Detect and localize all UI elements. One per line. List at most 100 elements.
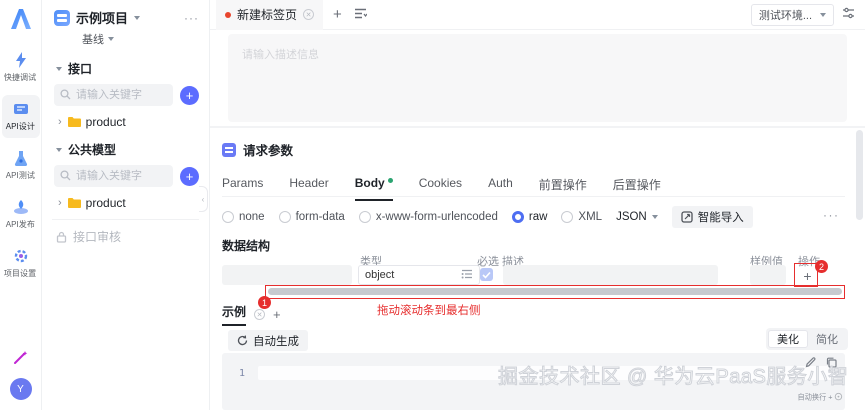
environment-label: 测试环境... — [758, 9, 812, 22]
api-design-icon — [13, 104, 28, 114]
rail-label: API发布 — [5, 219, 36, 229]
chevron-right-icon: › — [58, 197, 62, 209]
project-settings-icon — [14, 249, 27, 263]
sidebar-item-label: 接口审核 — [73, 230, 122, 244]
search-icon — [60, 170, 71, 181]
chevron-down-icon[interactable] — [134, 15, 141, 20]
annotation-box-step1 — [265, 285, 845, 299]
tree-item-product[interactable]: › product — [42, 110, 209, 134]
radio-icon — [358, 211, 371, 223]
project-header: 示例项目 ··· — [42, 0, 209, 29]
horizontal-scrollbar[interactable] — [268, 288, 842, 295]
tree-item-label: product — [85, 196, 126, 210]
radio-raw[interactable]: raw — [511, 211, 547, 223]
tab-params[interactable]: Params — [222, 176, 263, 201]
code-editor[interactable]: 1 — [222, 353, 845, 410]
project-name[interactable]: 示例项目 — [76, 8, 128, 27]
type-select[interactable]: object — [358, 265, 480, 285]
tab-cookies[interactable]: Cookies — [419, 176, 462, 201]
radio-icon — [561, 211, 574, 223]
edit-icon[interactable] — [805, 357, 816, 371]
radio-label: none — [239, 211, 265, 223]
copy-icon[interactable] — [826, 357, 837, 371]
magic-wand-icon[interactable] — [13, 349, 29, 368]
app-rail: 快捷调试 API设计 API测试 API发布 项目设置 Y — [0, 0, 42, 410]
description-textarea[interactable]: 请输入描述信息 — [228, 34, 847, 122]
radio-label: XML — [578, 211, 603, 223]
example-tab-row: 示例 ✕ + — [222, 303, 281, 326]
model-search-input[interactable] — [54, 165, 173, 187]
project-icon — [54, 9, 70, 26]
project-more-button[interactable]: ··· — [184, 11, 199, 25]
sidebar-collapse-handle[interactable]: ‹ — [199, 186, 208, 212]
rail-label: API测试 — [5, 170, 36, 180]
field-description-input[interactable] — [503, 265, 718, 285]
branch-label: 基线 — [82, 34, 104, 46]
field-name-input[interactable] — [222, 265, 352, 285]
required-checkbox[interactable] — [480, 268, 493, 281]
app-logo-icon[interactable] — [8, 6, 34, 32]
more-options-button[interactable]: ··· — [823, 208, 840, 222]
section-divider — [210, 126, 865, 128]
close-icon[interactable]: ✕ — [254, 309, 266, 320]
beautify-button[interactable]: 美化 — [768, 330, 808, 348]
tab-auth[interactable]: Auth — [488, 176, 513, 201]
section-models[interactable]: 公共模型 — [42, 134, 209, 163]
tab-list-icon[interactable] — [354, 8, 368, 22]
radio-form-data[interactable]: form-data — [278, 211, 345, 223]
add-example-button[interactable]: + — [273, 307, 281, 322]
radio-none[interactable]: none — [222, 211, 265, 223]
tab-example[interactable]: 示例 — [222, 303, 247, 326]
tab-pre-ops[interactable]: 前置操作 — [539, 176, 587, 201]
rail-label: 快捷调试 — [4, 72, 37, 82]
radio-icon — [222, 211, 234, 223]
rail-item-project-settings[interactable]: 项目设置 — [2, 242, 40, 285]
structure-icon[interactable] — [461, 269, 473, 282]
tree-item-product[interactable]: › product — [42, 191, 209, 215]
field-example-input[interactable] — [750, 265, 786, 285]
smart-import-button[interactable]: 智能导入 — [671, 206, 753, 228]
column-header-required: 必选 — [477, 256, 499, 268]
section-api[interactable]: 接口 — [42, 53, 209, 82]
rail-item-api-design[interactable]: API设计 — [1, 95, 40, 138]
vertical-scrollbar[interactable] — [856, 130, 863, 220]
user-avatar[interactable]: Y — [9, 378, 32, 400]
divider — [222, 196, 845, 197]
search-wrap — [54, 165, 173, 187]
rail-item-api-publish[interactable]: API发布 — [2, 193, 40, 236]
simplify-button[interactable]: 简化 — [808, 330, 846, 348]
api-search-input[interactable] — [54, 84, 173, 106]
radio-urlencoded[interactable]: x-www-form-urlencoded — [358, 211, 498, 223]
tab-body[interactable]: Body — [354, 176, 393, 201]
chevron-down-icon — [56, 66, 62, 71]
branch-selector[interactable]: 基线 — [42, 29, 209, 53]
rail-label: 项目设置 — [4, 268, 37, 278]
body-type-row: none form-data x-www-form-urlencoded raw… — [222, 206, 753, 228]
api-publish-icon — [13, 200, 28, 214]
annotation-badge-1: 1 — [258, 296, 271, 309]
tab-header[interactable]: Header — [289, 176, 328, 201]
tab-new[interactable]: 新建标签页 ✕ — [216, 0, 324, 30]
rail-item-quick-debug[interactable]: 快捷调试 — [2, 46, 40, 89]
chevron-right-icon: › — [58, 116, 62, 128]
request-params-icon — [222, 142, 236, 157]
word-wrap-hint[interactable]: 自动换行 + — [798, 392, 843, 403]
auto-generate-button[interactable]: 自动生成 — [228, 330, 308, 351]
line-number: 1 — [239, 368, 246, 379]
rail-item-api-test[interactable]: API测试 — [2, 144, 40, 187]
add-tab-button[interactable]: + — [333, 6, 342, 23]
environment-select[interactable]: 测试环境... — [750, 3, 834, 26]
environment-settings-icon[interactable] — [842, 7, 855, 22]
main-area: 新建标签页 ✕ + 测试环境... 请输入描述信息 请求参数 Params He… — [210, 0, 865, 410]
section-heading: 请求参数 — [243, 144, 294, 158]
type-value: object — [365, 269, 395, 281]
add-model-button[interactable]: + — [180, 166, 199, 186]
raw-format-select[interactable]: JSON — [616, 211, 658, 223]
sidebar-item-api-review[interactable]: 接口审核 — [42, 220, 209, 251]
radio-selected-icon — [511, 211, 524, 223]
add-api-button[interactable]: + — [180, 85, 199, 105]
radio-xml[interactable]: XML — [561, 211, 602, 223]
radio-label: x-www-form-urlencoded — [375, 211, 498, 223]
tab-post-ops[interactable]: 后置操作 — [613, 176, 661, 201]
close-icon[interactable]: ✕ — [303, 9, 315, 20]
